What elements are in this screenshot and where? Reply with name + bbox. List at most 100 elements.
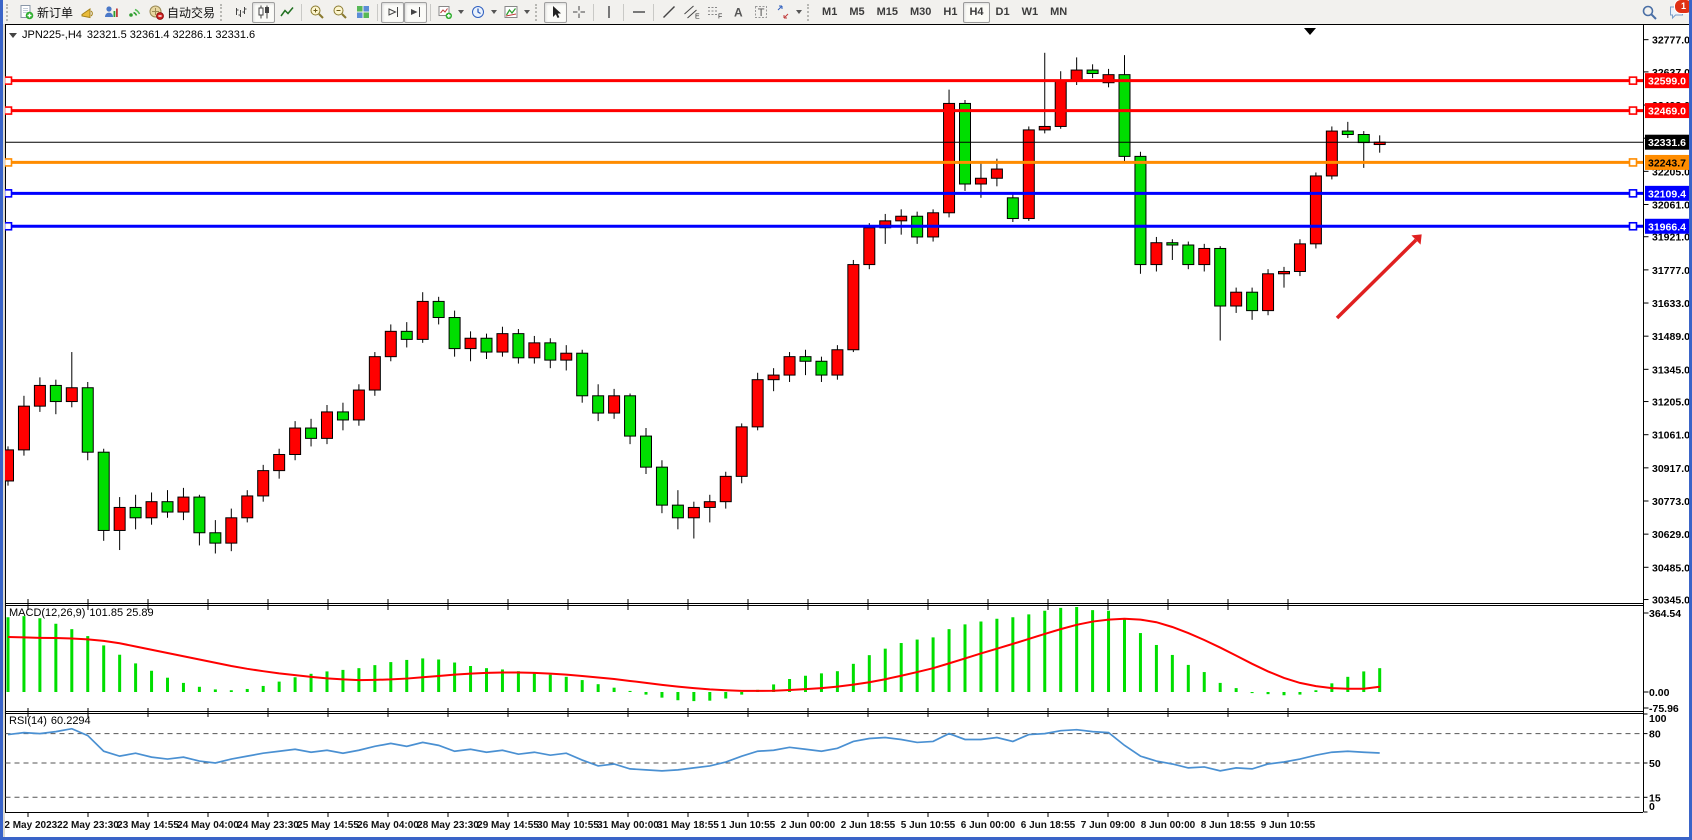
new-chart-button[interactable] [434,2,467,23]
price-tick-label: 30917.0 [1652,463,1690,475]
current-price-line: 32331.6 [6,135,1692,150]
horizontal-line-object[interactable]: 32599.0 [5,73,1692,88]
chart-shift-button[interactable] [404,2,427,23]
candle-body [465,338,476,348]
candle-body [130,507,141,517]
candle-body [337,412,348,420]
time-label: 22 May 23:30 [57,820,119,831]
indicators-button[interactable] [500,2,533,23]
timeframe-button-M5[interactable]: M5 [843,2,870,23]
line-handle [5,159,12,166]
search-button[interactable] [1638,2,1661,23]
tile-windows-button[interactable] [351,2,374,23]
horizontal-line-object[interactable]: 32109.4 [5,186,1692,201]
timeframe-button-W1[interactable]: W1 [1016,2,1045,23]
toolbar-separator [301,4,302,21]
candle-body [975,178,986,184]
time-label: 25 May 14:55 [297,820,359,831]
candlestick-chart-button[interactable] [252,2,275,23]
alert-button[interactable] [76,2,99,23]
time-label: 6 Jun 18:55 [1021,820,1076,831]
rsi-axis-label: 100 [1649,713,1667,725]
market-watch-button[interactable] [99,2,122,23]
chart-ohlc-values: 32321.5 32361.4 32286.1 32331.6 [87,29,255,41]
candle-body [18,406,29,450]
candle-body [146,502,157,518]
periods-button[interactable] [467,2,500,23]
bar-chart-button[interactable] [229,2,252,23]
caret-down-icon [458,10,464,14]
arrow-object[interactable] [1337,234,1422,318]
current-price-label: 32331.6 [1648,137,1686,149]
channel-tool-button[interactable]: E [680,2,703,23]
candle-body [114,507,125,530]
signals-button[interactable] [122,2,145,23]
horizontal-line-tool-button[interactable] [627,2,650,23]
candle-body [864,228,875,265]
candle-body [1119,75,1130,157]
rsi-name: RSI(14) [9,715,47,727]
shapes-tool-button[interactable] [772,2,805,23]
candle-body [752,380,763,427]
toolbar-grip [807,4,812,21]
candle-body [513,334,524,358]
candle-body [688,507,699,517]
horizontal-line-icon [631,4,647,20]
time-label: 30 May 10:55 [537,820,599,831]
timeframe-button-M30[interactable]: M30 [904,2,937,23]
candle-body [1199,248,1210,264]
crosshair-icon [571,4,587,20]
bar-chart-icon [233,4,249,20]
toolbar-grip [535,4,540,21]
horizontal-line-object[interactable]: 32243.7 [5,155,1692,170]
zoom-out-button[interactable] [328,2,351,23]
svg-text:T: T [757,7,764,19]
line-chart-button[interactable] [275,2,298,23]
chart-menu-arrow-icon[interactable] [9,33,17,38]
timeframe-button-MN[interactable]: MN [1044,2,1073,23]
vertical-line-tool-button[interactable] [597,2,620,23]
horizontal-line-object[interactable]: 31966.4 [5,219,1692,234]
notifications-button[interactable]: 1 [1665,2,1688,23]
candle-body [242,496,253,518]
rsi-indicator-label: RSI(14)60.2294 [9,715,95,727]
timeframe-button-D1[interactable]: D1 [990,2,1016,23]
trendline-tool-button[interactable] [657,2,680,23]
timeframe-button-H4[interactable]: H4 [963,2,989,23]
zoom-in-button[interactable] [305,2,328,23]
price-tick-label: 30485.0 [1652,562,1690,574]
caret-down-icon [524,10,530,14]
cursor-tool-button[interactable] [544,2,567,23]
crosshair-tool-button[interactable] [567,2,590,23]
time-label: 28 May 23:30 [417,820,479,831]
candle-body [529,343,540,358]
price-line-label: 32469.0 [1648,106,1686,118]
macd-axis-label: 0.00 [1649,687,1670,699]
new-order-button[interactable]: 新订单 [15,2,76,23]
time-label: 1 Jun 10:55 [721,820,776,831]
timeframe-button-H1[interactable]: H1 [937,2,963,23]
text-tool-button[interactable]: A [726,2,749,23]
candle-body [1071,70,1082,80]
timeframe-button-M15[interactable]: M15 [871,2,904,23]
candle-body [672,505,683,518]
horizontal-line-object[interactable]: 32469.0 [5,103,1692,118]
candle-body [210,533,221,543]
autotrading-button[interactable]: 自动交易 [145,2,218,23]
timeframe-button-M1[interactable]: M1 [816,2,843,23]
chart-shift-marker-icon [1304,28,1316,35]
signal-icon [126,4,142,20]
toolbar-separator [377,4,378,21]
toolbar-separator [430,4,431,21]
candle-body [1055,80,1066,126]
chart-title: JPN225-,H4 32321.5 32361.4 32286.1 32331… [9,29,255,41]
label-tool-button[interactable]: T [749,2,772,23]
candle-body [593,396,604,413]
line-handle [1630,223,1637,230]
line-handle [5,190,12,197]
candle-body [322,412,333,438]
new-chart-icon [437,4,453,20]
candle-body [656,467,667,505]
auto-scroll-button[interactable] [381,2,404,23]
fibonacci-tool-button[interactable]: F [703,2,726,23]
